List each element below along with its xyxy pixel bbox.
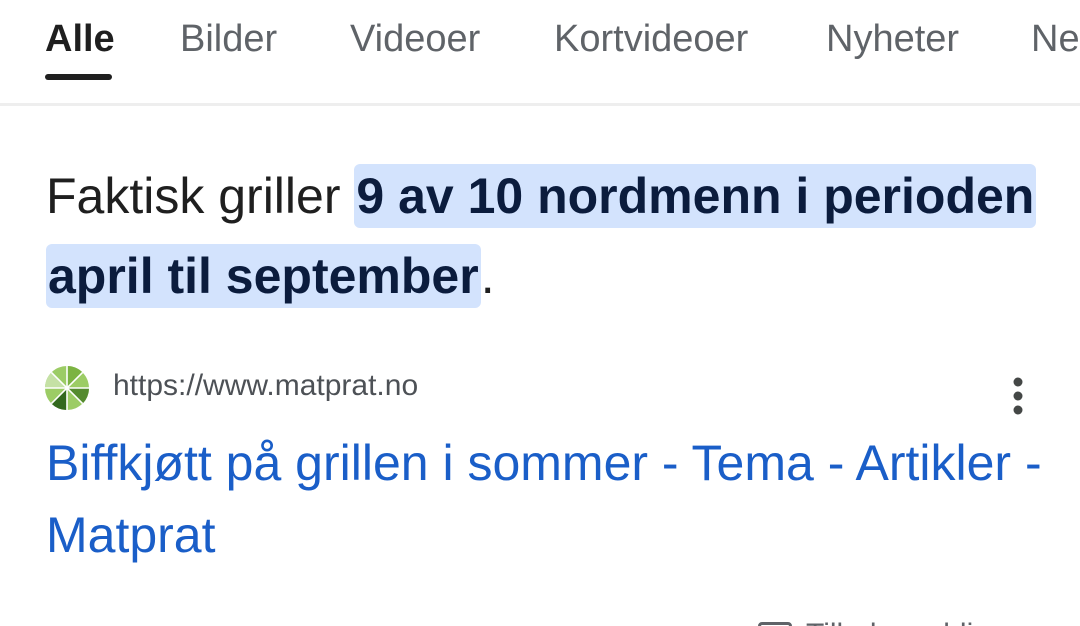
matprat-logo-icon[interactable] (45, 366, 89, 410)
search-tabs: Alle Bilder Videoer Kortvideoer Nyheter … (0, 0, 1080, 106)
tab-videoer[interactable]: Videoer (350, 16, 480, 62)
tab-bilder[interactable]: Bilder (180, 16, 277, 62)
result-url[interactable]: https://www.matprat.no (113, 366, 418, 406)
tab-overflow[interactable]: Ne (1031, 16, 1080, 62)
tab-nyheter[interactable]: Nyheter (826, 16, 959, 62)
search-results-page: Alle Bilder Videoer Kortvideoer Nyheter … (0, 0, 1080, 626)
more-options-icon[interactable] (1000, 372, 1036, 420)
feedback-label: Tilbakemelding (806, 618, 1007, 626)
snippet-suffix: . (480, 248, 495, 304)
tab-kortvideoer[interactable]: Kortvideoer (554, 16, 748, 62)
tab-alle[interactable]: Alle (45, 16, 115, 62)
active-tab-indicator (45, 74, 112, 80)
feedback-icon (758, 622, 792, 626)
snippet-prefix: Faktisk griller (46, 168, 355, 224)
featured-snippet-text: Faktisk griller 9 av 10 nordmenn i perio… (46, 156, 1046, 316)
result-title-link[interactable]: Biffkjøtt på grillen i sommer - Tema - A… (46, 427, 1046, 571)
